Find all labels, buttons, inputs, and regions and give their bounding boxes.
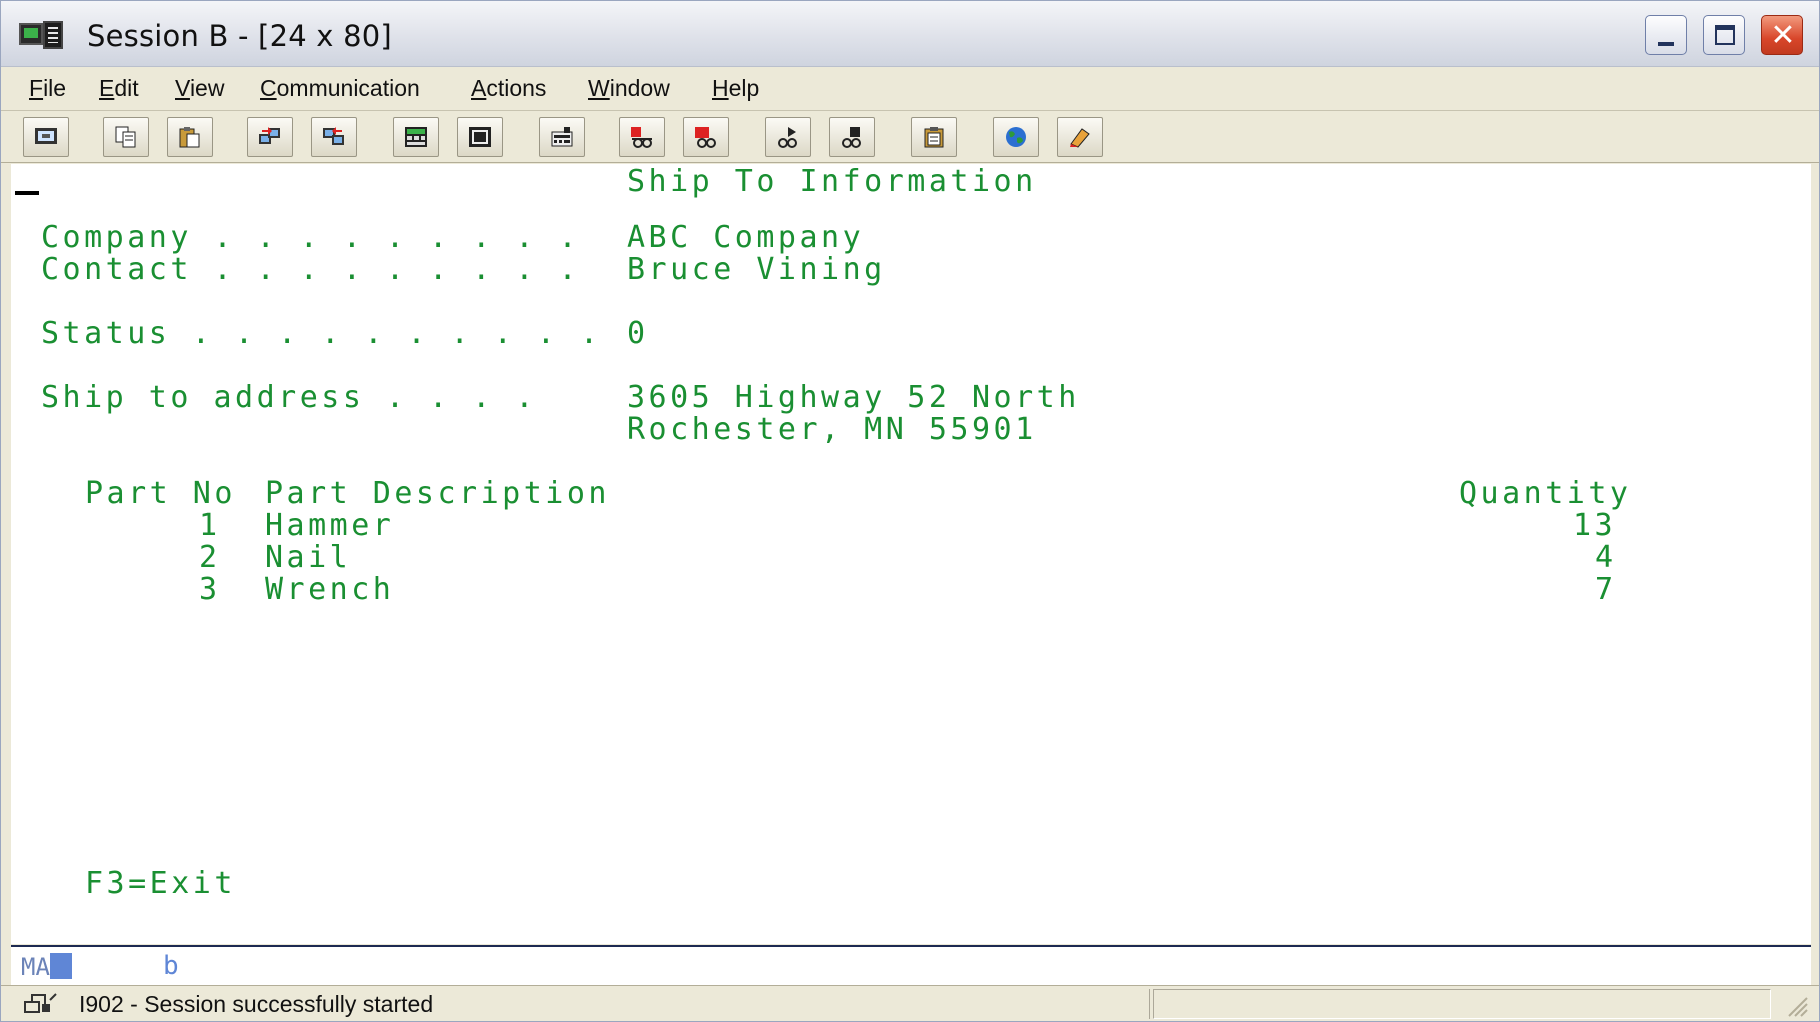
- part-description: Nail: [265, 540, 352, 575]
- menu-communication[interactable]: Communication: [260, 75, 420, 102]
- clipboard-button[interactable]: [911, 117, 957, 157]
- display-keypad-button[interactable]: [393, 117, 439, 157]
- contact-label: Contact . . . . . . . . .: [41, 252, 581, 287]
- close-icon: ✕: [1770, 18, 1796, 53]
- connection-icon: [24, 993, 57, 1013]
- terminal-screen[interactable]: Ship To Information Company . . . . . . …: [11, 164, 1811, 944]
- emulator-window: Session B - [24 x 80] ✕ File Edit View C…: [0, 0, 1820, 1022]
- menu-edit[interactable]: Edit: [99, 75, 139, 102]
- title-bar[interactable]: Session B - [24 x 80] ✕: [1, 1, 1819, 67]
- play-macro-button[interactable]: [765, 117, 811, 157]
- menu-file[interactable]: File: [29, 75, 66, 102]
- maximize-button[interactable]: [1703, 15, 1745, 55]
- minimize-icon: [1658, 42, 1674, 46]
- print-screen-icon: [35, 128, 57, 144]
- maximize-icon: [1715, 25, 1735, 45]
- receive-button[interactable]: [311, 117, 357, 157]
- stop-macro-button[interactable]: [683, 117, 729, 157]
- part-quantity: 4: [1595, 540, 1617, 575]
- contact-value: Bruce Vining: [627, 252, 886, 287]
- receive-icon: [323, 127, 344, 145]
- company-value: ABC Company: [627, 220, 865, 255]
- column-header-description: Part Description: [265, 476, 610, 511]
- globe-icon: [1006, 127, 1026, 147]
- close-button[interactable]: ✕: [1761, 15, 1803, 55]
- display-keypad-icon: [405, 127, 427, 147]
- part-description: Hammer: [265, 508, 395, 543]
- resize-grip-icon[interactable]: [1781, 992, 1809, 1018]
- copy-icon: [115, 126, 136, 148]
- paste-button[interactable]: [167, 117, 213, 157]
- play-macro-icon: [778, 127, 797, 148]
- minimize-button[interactable]: [1645, 15, 1687, 55]
- menu-bar: File Edit View Communication Actions Win…: [1, 67, 1819, 111]
- macro-button[interactable]: [539, 117, 585, 157]
- menu-help[interactable]: Help: [712, 75, 759, 102]
- paste-icon: [179, 127, 200, 148]
- print-screen-button[interactable]: [23, 117, 69, 157]
- copy-button[interactable]: [103, 117, 149, 157]
- address-line-2: Rochester, MN 55901: [627, 412, 1037, 447]
- edit-key-icon: [1070, 128, 1090, 148]
- stop-macro-icon: [695, 127, 716, 148]
- pause-macro-icon: [842, 127, 861, 148]
- menu-view[interactable]: View: [175, 75, 224, 102]
- globe-button[interactable]: [993, 117, 1039, 157]
- clipboard-icon: [924, 127, 944, 148]
- operator-info-area: MA b: [11, 945, 1811, 985]
- column-header-quantity: Quantity: [1459, 476, 1632, 511]
- status-value: 0: [627, 316, 649, 351]
- oia-indicator: MA: [17, 953, 76, 981]
- oia-session-letter: b: [163, 951, 179, 981]
- company-label: Company . . . . . . . . .: [41, 220, 581, 255]
- part-no: 3: [199, 572, 221, 607]
- status-bar: I902 - Session successfully started: [1, 985, 1819, 1021]
- send-icon: [259, 127, 280, 144]
- part-no: 2: [199, 540, 221, 575]
- pause-macro-button[interactable]: [829, 117, 875, 157]
- send-button[interactable]: [247, 117, 293, 157]
- address-label: Ship to address . . . .: [41, 380, 537, 415]
- text-cursor: [15, 191, 39, 195]
- menu-actions[interactable]: Actions: [471, 75, 546, 102]
- status-pane-empty: [1153, 989, 1771, 1019]
- part-description: Wrench: [265, 572, 395, 607]
- macro-icon: [551, 127, 573, 147]
- address-line-1: 3605 Highway 52 North: [627, 380, 1080, 415]
- keypad-button[interactable]: [457, 117, 503, 157]
- part-quantity: 13: [1573, 508, 1617, 543]
- edit-key-button[interactable]: [1057, 117, 1103, 157]
- status-label: Status . . . . . . . . . .: [41, 316, 602, 351]
- part-no: 1: [199, 508, 221, 543]
- window-title: Session B - [24 x 80]: [87, 19, 392, 53]
- toolbar: [1, 111, 1819, 163]
- record-macro-icon: [631, 127, 652, 148]
- status-divider: [1149, 989, 1150, 1019]
- terminal-app-icon[interactable]: [19, 21, 65, 51]
- column-header-part-no: Part No: [85, 476, 236, 511]
- menu-window[interactable]: Window: [588, 75, 670, 102]
- part-quantity: 7: [1595, 572, 1617, 607]
- keypad-icon: [469, 127, 491, 147]
- record-macro-button[interactable]: [619, 117, 665, 157]
- screen-title: Ship To Information: [627, 164, 1037, 199]
- status-message: I902 - Session successfully started: [79, 991, 434, 1017]
- function-key-exit[interactable]: F3=Exit: [85, 868, 236, 900]
